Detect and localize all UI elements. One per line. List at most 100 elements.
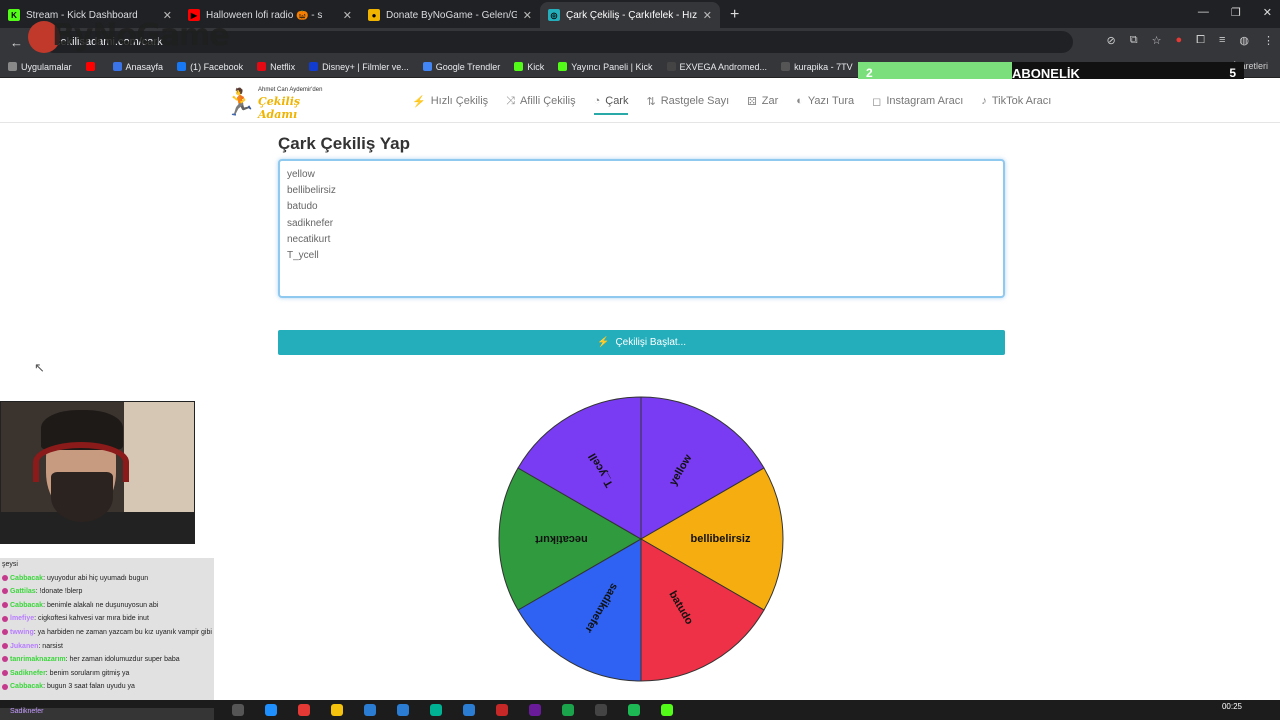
- chat-badge-icon: [2, 683, 8, 690]
- nav-links: ⚡ Hızlı Çekiliş ⤨ Afilli Çekiliş ◔ Çark ⇅ Rastg…: [412, 79, 1051, 123]
- goal-current: 2: [866, 66, 873, 80]
- bookmark-item[interactable]: Uygulamalar: [8, 62, 72, 72]
- star-icon[interactable]: ☆: [1152, 34, 1162, 47]
- nav-icon: ⚡: [412, 95, 426, 108]
- bookmark-item[interactable]: Disney+ | Filmler ve...: [309, 62, 409, 72]
- nav-icon: ♪: [981, 95, 987, 107]
- eye-off-icon[interactable]: ⊘: [1107, 34, 1116, 47]
- close-window-icon[interactable]: ✕: [1263, 6, 1272, 19]
- minimize-icon[interactable]: —: [1198, 6, 1209, 19]
- chat-message: lmefiye: cigkoftesi kahvesi var mıra bid…: [0, 612, 214, 626]
- puzzle-icon[interactable]: ⧠: [1196, 34, 1205, 47]
- nav-icon: ◻: [872, 95, 882, 108]
- bookmark-item[interactable]: Google Trendler: [422, 61, 501, 72]
- nav-link[interactable]: ⇅ Rastgele Sayı: [646, 79, 729, 123]
- chat-username: Jukanen: [10, 642, 39, 650]
- chat-message: Gattilas: !donate !blerp: [0, 585, 214, 599]
- taskbar-app-icon[interactable]: [331, 704, 343, 716]
- bookmark-label: Anasayfa: [125, 61, 164, 72]
- start-draw-button[interactable]: ⚡ Çekilişi Başlat...: [278, 330, 1005, 355]
- taskbar-app-icon[interactable]: [397, 704, 409, 716]
- profile-avatar-icon[interactable]: ◍: [1239, 34, 1249, 47]
- bookmark-item[interactable]: (1) Facebook: [177, 62, 243, 72]
- taskbar-app-icon[interactable]: [562, 704, 574, 716]
- nav-link[interactable]: ♪ TikTok Aracı: [981, 79, 1051, 123]
- bookmark-label: Google Trendler: [435, 61, 501, 72]
- taskbar-app-icon[interactable]: [496, 704, 508, 716]
- taskbar-app-icon[interactable]: [529, 704, 541, 716]
- chat-username: Sadiknefer: [10, 669, 46, 677]
- nav-label: TikTok Aracı: [991, 95, 1052, 107]
- browser-tab[interactable]: ● Donate ByNoGame - Gelen/Gid ✕: [360, 2, 540, 28]
- bookmark-item[interactable]: EXVEGA Andromed...: [666, 62, 767, 72]
- nav-icon: ⇅: [646, 95, 656, 108]
- wheel-segment-label: bellibelirsiz: [691, 533, 751, 545]
- chat-message: Cabbacak: bugun 3 saat falan uyudu ya: [0, 680, 214, 694]
- taskbar-app-icon[interactable]: [595, 704, 607, 716]
- bookmark-item[interactable]: Anasayfa: [112, 61, 164, 72]
- chat-message: twwing: ya harbiden ne zaman yazcam bu k…: [0, 626, 214, 640]
- names-textarea[interactable]: [278, 159, 1005, 298]
- close-tab-icon[interactable]: ✕: [523, 9, 532, 22]
- wheel-segment-label: necatikurt: [535, 533, 588, 545]
- menu-dots-icon[interactable]: ⋮: [1263, 34, 1274, 47]
- chat-badge-icon: [2, 629, 8, 636]
- bookmark-item[interactable]: Netflix: [257, 62, 295, 72]
- nav-link[interactable]: ◐ Yazı Tura: [796, 79, 854, 123]
- site-navbar: 🏃 Ahmet Can Aydemir'den Çekiliş Adamı ⚡ H…: [0, 79, 1280, 123]
- close-tab-icon[interactable]: ✕: [343, 9, 352, 22]
- bookmark-icon: [257, 62, 267, 71]
- bookmark-item[interactable]: Kick: [514, 62, 544, 72]
- install-icon[interactable]: ⧉: [1130, 34, 1138, 47]
- restore-icon[interactable]: ❐: [1231, 6, 1241, 19]
- bookmark-icon: [177, 62, 187, 71]
- nav-link[interactable]: ◔ Çark: [593, 79, 628, 123]
- prize-wheel[interactable]: yellowbellibelirsizbatudosadiknefernecat…: [496, 395, 788, 687]
- taskbar-app-icon[interactable]: [463, 704, 475, 716]
- stream-chat-overlay: şeysi Cabbacak: uyuyodur abi hiç uyumadı…: [0, 558, 214, 720]
- chat-username: lmefiye: [10, 615, 35, 623]
- taskbar-app-icon[interactable]: [265, 704, 277, 716]
- nav-link[interactable]: ⤨ Afilli Çekiliş: [506, 79, 575, 123]
- nav-link[interactable]: ⚄ Zar: [747, 79, 778, 123]
- back-arrow-icon[interactable]: ←: [10, 35, 23, 50]
- tab-title: Donate ByNoGame - Gelen/Gid: [386, 9, 517, 21]
- nav-label: Instagram Aracı: [886, 95, 964, 107]
- chat-message: tanrimaknazarım: her zaman idolumuzdur s…: [0, 653, 214, 667]
- extension-red-icon[interactable]: ●: [1176, 34, 1183, 47]
- close-tab-icon[interactable]: ✕: [703, 9, 712, 22]
- bookmark-label: Yayıncı Paneli | Kick: [571, 61, 653, 72]
- bookmark-label: Uygulamalar: [21, 61, 72, 72]
- media-icon[interactable]: ≡: [1219, 34, 1225, 47]
- bookmark-icon: [8, 62, 17, 71]
- bookmark-label: kurapika - 7TV: [794, 61, 853, 72]
- chat-text: : narsist: [38, 642, 63, 650]
- taskbar-app-icon[interactable]: [628, 704, 640, 716]
- site-logo[interactable]: 🏃 Ahmet Can Aydemir'den Çekiliş Adamı: [224, 85, 334, 121]
- chat-bottom-user: Sadiknefer: [0, 708, 214, 720]
- bookmark-item[interactable]: Yayıncı Paneli | Kick: [558, 61, 653, 72]
- running-man-icon: 🏃: [224, 87, 257, 117]
- browser-tab[interactable]: ◎ Çark Çekiliş - Çarkıfelek - Hızlı Ç ✕: [540, 2, 720, 28]
- taskbar-app-icon[interactable]: [364, 704, 376, 716]
- toolbar-icons: ⊘ ⧉ ☆ ● ⧠ ≡ ◍ ⋮: [1107, 34, 1274, 47]
- taskbar-app-icon[interactable]: [430, 704, 442, 716]
- nav-label: Afilli Çekiliş: [519, 95, 576, 107]
- chat-badge-icon: [2, 642, 8, 649]
- bookmark-icon: [666, 62, 676, 71]
- bookmark-label: Disney+ | Filmler ve...: [322, 61, 409, 72]
- bookmark-icon: [514, 62, 524, 71]
- taskbar-app-icon[interactable]: [661, 704, 673, 716]
- bookmark-item[interactable]: [85, 62, 99, 71]
- nav-link[interactable]: ⚡ Hızlı Çekiliş: [412, 79, 488, 123]
- nav-icon: ⤨: [506, 94, 515, 107]
- nav-link[interactable]: ◻ Instagram Aracı: [872, 79, 963, 123]
- webcam-overlay: [0, 401, 195, 544]
- taskbar-app-icon[interactable]: [298, 704, 310, 716]
- bookmark-label: Netflix: [270, 61, 296, 72]
- taskbar-app-icon[interactable]: [232, 704, 244, 716]
- bookmark-item[interactable]: kurapika - 7TV: [781, 62, 853, 72]
- chat-username: Gattilas: [10, 588, 36, 596]
- chat-text: : uyuyodur abi hiç uyumadı bugun: [43, 574, 149, 582]
- new-tab-button[interactable]: +: [720, 6, 749, 28]
